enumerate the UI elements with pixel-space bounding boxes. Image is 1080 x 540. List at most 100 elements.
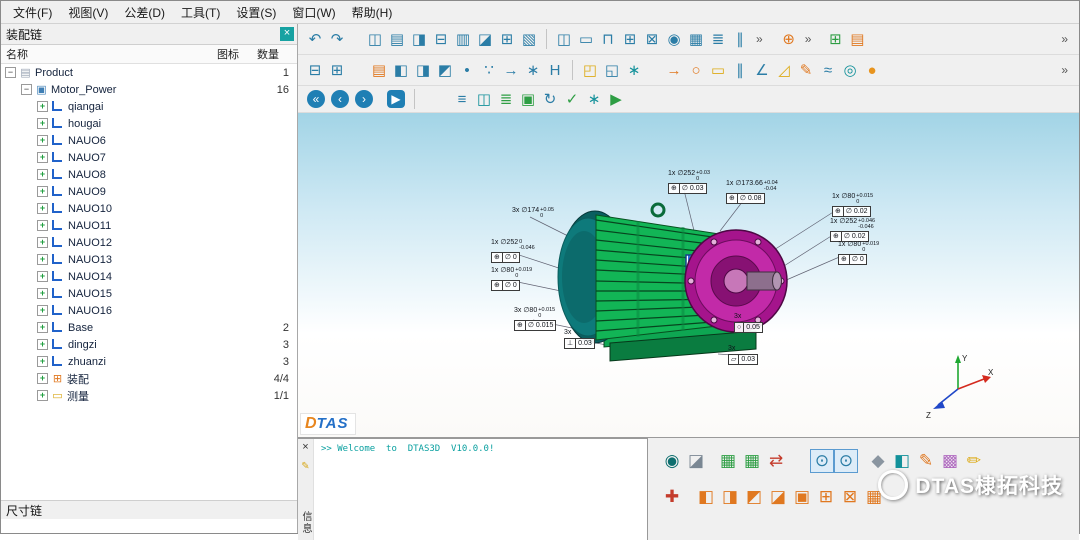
toolbar-overflow-chevron[interactable]: »: [756, 32, 763, 46]
clamp-icon[interactable]: ◰: [579, 59, 601, 81]
tree-item-product[interactable]: − ▤ Product 1: [1, 64, 297, 81]
menu-window[interactable]: 窗口(W): [284, 2, 343, 23]
expand-toggle-icon[interactable]: +: [37, 254, 48, 265]
collapse-toggle-icon[interactable]: −: [5, 67, 16, 78]
grid-green-icon[interactable]: ▦: [716, 449, 740, 473]
tree-item-nauo14[interactable]: + NAUO14: [1, 268, 297, 285]
grid-icon[interactable]: ⊞: [496, 28, 518, 50]
hatch-icon[interactable]: ▧: [518, 28, 540, 50]
cube-front-icon[interactable]: ◧: [694, 485, 718, 509]
tree-item-nauo9[interactable]: + NAUO9: [1, 183, 297, 200]
expand-toggle-icon[interactable]: +: [37, 135, 48, 146]
datum-plane-icon[interactable]: ◨: [412, 59, 434, 81]
cube-top-icon[interactable]: ◩: [742, 485, 766, 509]
columns-icon[interactable]: ◫: [553, 28, 575, 50]
point-icon[interactable]: •: [456, 59, 478, 81]
toolbar-overflow-chevron[interactable]: »: [805, 32, 812, 46]
check-flag-icon[interactable]: ✓: [561, 88, 583, 110]
menu-help[interactable]: 帮助(H): [344, 2, 401, 23]
target-cell-icon[interactable]: ◉: [663, 28, 685, 50]
menu-tolerance[interactable]: 公差(D): [116, 2, 173, 23]
section-view-icon[interactable]: ◫: [364, 28, 386, 50]
expand-toggle-icon[interactable]: +: [37, 101, 48, 112]
tree-item-nauo13[interactable]: + NAUO13: [1, 251, 297, 268]
go-start-button[interactable]: «: [307, 90, 325, 108]
quadrant-icon[interactable]: ⊞: [824, 28, 846, 50]
unlink-icon[interactable]: ⊞: [326, 59, 348, 81]
gear-icon[interactable]: ∗: [583, 88, 605, 110]
wedge-icon[interactable]: ◿: [773, 59, 795, 81]
cube-bottom-icon[interactable]: ◪: [766, 485, 790, 509]
panel-close-button[interactable]: ×: [280, 27, 294, 41]
report-icon[interactable]: ≡: [451, 88, 473, 110]
circle-tool-icon[interactable]: ○: [685, 59, 707, 81]
tree-item-hougai[interactable]: + hougai: [1, 115, 297, 132]
console-tab-info[interactable]: 信息: [298, 511, 313, 535]
pencil-icon[interactable]: ✏: [962, 449, 986, 473]
menu-view[interactable]: 视图(V): [60, 2, 116, 23]
tree-item-nauo10[interactable]: + NAUO10: [1, 200, 297, 217]
brush-icon[interactable]: ✎: [914, 449, 938, 473]
redo-icon[interactable]: ↷: [326, 28, 348, 50]
spin-view-icon[interactable]: ⊙: [834, 449, 858, 473]
lens-icon[interactable]: ◎: [839, 59, 861, 81]
slice-icon[interactable]: ⊟: [430, 28, 452, 50]
cells-icon[interactable]: ⊞: [619, 28, 641, 50]
target-icon[interactable]: ⊕: [778, 28, 800, 50]
toolbar-overflow-chevron[interactable]: »: [1061, 63, 1068, 77]
angle-icon[interactable]: ∠: [751, 59, 773, 81]
pillar-icon[interactable]: ⊓: [597, 28, 619, 50]
expand-toggle-icon[interactable]: +: [37, 322, 48, 333]
tree-item-node[interactable]: + ⊞ 装配 4/4: [1, 370, 297, 387]
expand-toggle-icon[interactable]: +: [37, 271, 48, 282]
dimension-chain-header[interactable]: 尺寸链: [1, 500, 297, 519]
tree-item-nauo8[interactable]: + NAUO8: [1, 166, 297, 183]
console-close-icon[interactable]: ×: [302, 441, 308, 453]
tree-item-nauo12[interactable]: + NAUO12: [1, 234, 297, 251]
layout-icon[interactable]: ◫: [473, 88, 495, 110]
paint-icon[interactable]: ◧: [890, 449, 914, 473]
menu-tools[interactable]: 工具(T): [173, 2, 228, 23]
expand-toggle-icon[interactable]: +: [37, 305, 48, 316]
gage-icon[interactable]: ▭: [707, 59, 729, 81]
expand-toggle-icon[interactable]: +: [37, 288, 48, 299]
prism-icon[interactable]: ◆: [866, 449, 890, 473]
rotate-view-icon[interactable]: ⊙: [810, 449, 834, 473]
expand-toggle-icon[interactable]: +: [37, 373, 48, 384]
step-back-button[interactable]: ‹: [331, 90, 349, 108]
expand-toggle-icon[interactable]: +: [37, 186, 48, 197]
tree-item-nauo7[interactable]: + NAUO7: [1, 149, 297, 166]
plane-icon[interactable]: ▤: [368, 59, 390, 81]
list-lines-icon[interactable]: ≣: [707, 28, 729, 50]
stack-icon[interactable]: ≣: [495, 88, 517, 110]
cube-iso-icon[interactable]: ▣: [790, 485, 814, 509]
tree-item-nauo11[interactable]: + NAUO11: [1, 217, 297, 234]
beam-icon[interactable]: ∥: [729, 28, 751, 50]
expand-toggle-icon[interactable]: +: [37, 220, 48, 231]
tree-item-zhuanzi[interactable]: + zhuanzi 3: [1, 353, 297, 370]
snowflake-icon[interactable]: ∗: [623, 59, 645, 81]
flow-arrow-icon[interactable]: →: [663, 59, 685, 81]
caliper-icon[interactable]: ∥: [729, 59, 751, 81]
clip-plane-icon[interactable]: ◪: [684, 449, 708, 473]
cube-close-icon[interactable]: ⊠: [838, 485, 862, 509]
expand-toggle-icon[interactable]: +: [37, 390, 48, 401]
expand-toggle-icon[interactable]: +: [37, 339, 48, 350]
tree-item-node[interactable]: + ▭ 测量 1/1: [1, 387, 297, 404]
collapse-toggle-icon[interactable]: −: [21, 84, 32, 95]
tree-item-qiangai[interactable]: + qiangai: [1, 98, 297, 115]
half-plane-icon[interactable]: ◧: [390, 59, 412, 81]
move-icon[interactable]: ✚: [660, 485, 684, 509]
image-icon[interactable]: ▣: [517, 88, 539, 110]
expand-toggle-icon[interactable]: +: [37, 169, 48, 180]
step-forward-button[interactable]: ›: [355, 90, 373, 108]
points-icon[interactable]: ∵: [478, 59, 500, 81]
orange-sheet-icon[interactable]: ▤: [846, 28, 868, 50]
run-button[interactable]: ▶: [605, 88, 627, 110]
tree-item-base[interactable]: + Base 2: [1, 319, 297, 336]
viewport-3d[interactable]: Y X Z 3x ∅174 +0.05 0 1x ∅252 +0.03 0 ⊕ ∅ 0.03 1…: [298, 113, 1079, 438]
tree-item-nauo6[interactable]: + NAUO6: [1, 132, 297, 149]
frame-icon[interactable]: ▭: [575, 28, 597, 50]
tree-item-motor-power[interactable]: − ▣ Motor_Power 16: [1, 81, 297, 98]
link-icon[interactable]: ⊟: [304, 59, 326, 81]
